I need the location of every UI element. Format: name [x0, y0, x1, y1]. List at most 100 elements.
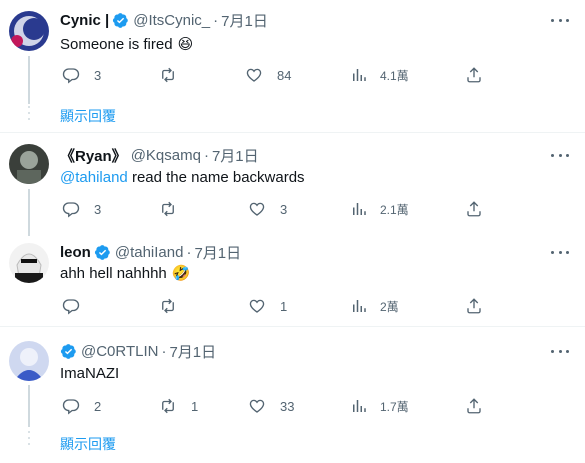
reply-count: 3: [94, 67, 102, 83]
more-options-button[interactable]: [549, 341, 571, 361]
share-button[interactable]: [465, 65, 483, 85]
more-options-button[interactable]: [549, 242, 571, 262]
like-button[interactable]: 3: [248, 199, 287, 219]
reply-icon: [62, 299, 80, 315]
views-button[interactable]: 4.1萬: [350, 65, 409, 85]
post-header: leon @tahiIand · 7月1日: [60, 242, 241, 262]
views-chart-icon: [353, 300, 366, 312]
post-leon[interactable]: leon @tahiIand · 7月1日 ahh hell nahhhh 🤣 …: [0, 232, 585, 326]
like-count: 3: [280, 201, 288, 217]
like-count: 33: [280, 398, 295, 414]
thread-dots: [27, 106, 31, 124]
mention-link[interactable]: @tahiland: [60, 169, 128, 186]
views-button[interactable]: 1.7萬: [350, 396, 409, 416]
post-ryan[interactable]: 《Ryan》 @Kqsamq · 7月1日 @tahiland read the…: [0, 133, 585, 236]
repost-icon: [162, 201, 174, 217]
handle[interactable]: @C0RTLIN: [81, 343, 158, 360]
views-count: 2萬: [380, 299, 399, 314]
avatar[interactable]: [9, 243, 49, 283]
heart-icon: [249, 202, 265, 216]
repost-count: 1: [191, 398, 199, 414]
share-button[interactable]: [465, 396, 483, 416]
more-options-button[interactable]: [549, 10, 571, 30]
verified-badge-icon: [94, 244, 110, 260]
handle[interactable]: @tahiIand: [115, 244, 184, 261]
like-button[interactable]: 1: [248, 296, 287, 316]
share-button[interactable]: [465, 199, 483, 219]
post-header: 《Ryan》 @Kqsamq · 7月1日: [60, 145, 259, 165]
action-bar: 3 3 2.1萬: [60, 199, 490, 219]
reply-icon: [62, 399, 80, 415]
show-replies-link[interactable]: 顯示回覆: [60, 434, 116, 454]
reply-button[interactable]: 3: [62, 199, 101, 219]
show-replies-link[interactable]: 顯示回覆: [60, 106, 116, 126]
avatar[interactable]: [9, 11, 49, 51]
views-button[interactable]: 2.1萬: [350, 199, 409, 219]
post-header: Cynic | @ItsCynic_ · 7月1日: [60, 10, 268, 30]
avatar[interactable]: [9, 341, 49, 381]
thread-dots: [27, 431, 31, 449]
post-text: @tahiland read the name backwards: [60, 167, 305, 187]
repost-button[interactable]: [159, 65, 191, 85]
views-chart-icon: [353, 69, 366, 81]
post-date[interactable]: 7月1日: [194, 242, 241, 263]
separator-dot: ·: [161, 342, 167, 360]
views-chart-icon: [353, 400, 366, 412]
post-date[interactable]: 7月1日: [212, 145, 259, 166]
verified-badge-icon: [113, 12, 128, 28]
display-name[interactable]: Cynic |: [60, 12, 109, 29]
post-text-content: ImaNAZI: [60, 364, 120, 382]
heart-icon: [249, 399, 265, 413]
post-date[interactable]: 7月1日: [221, 10, 268, 31]
avatar[interactable]: [9, 144, 49, 184]
heart-icon: [249, 299, 265, 313]
reply-count: 2: [94, 398, 102, 414]
handle[interactable]: @ItsCynic_: [133, 12, 210, 29]
repost-button[interactable]: [159, 199, 191, 219]
heart-icon: [246, 68, 262, 82]
reply-icon: [62, 68, 80, 84]
thread-line: [28, 385, 30, 427]
rolling-on-floor-laughing-emoji: 🤣: [171, 265, 191, 282]
post-cortlin[interactable]: @C0RTLIN · 7月1日 ImaNAZI 2 1 33 1.7萬 顯示回覆: [0, 327, 585, 463]
action-bar: 3 84 4.1萬: [60, 65, 490, 85]
post-text: ahh hell nahhhh 🤣: [60, 263, 190, 283]
more-options-button[interactable]: [549, 145, 571, 165]
views-chart-icon: [353, 203, 366, 215]
share-button[interactable]: [465, 296, 483, 316]
reply-icon: [62, 202, 80, 218]
handle[interactable]: @Kqsamq: [131, 147, 201, 164]
reply-button[interactable]: [62, 296, 94, 316]
like-count: 1: [280, 298, 288, 314]
reply-count: 3: [94, 201, 102, 217]
post-date[interactable]: 7月1日: [169, 341, 216, 362]
views-count: 2.1萬: [380, 202, 409, 217]
separator-dot: ·: [203, 146, 209, 164]
display-name[interactable]: leon: [60, 244, 91, 261]
post-header: @C0RTLIN · 7月1日: [60, 341, 216, 361]
display-name[interactable]: 《Ryan》: [60, 145, 127, 166]
views-count: 1.7萬: [380, 399, 409, 414]
repost-button[interactable]: [159, 296, 191, 316]
repost-icon: [162, 67, 174, 83]
like-button[interactable]: 84: [245, 65, 291, 85]
post-text-content: Someone is fired: [60, 35, 173, 53]
share-icon: [467, 201, 481, 217]
post-text: ImaNAZI: [60, 363, 119, 383]
share-icon: [467, 298, 481, 314]
action-bar: 2 1 33 1.7萬: [60, 396, 490, 416]
post-cynic[interactable]: Cynic | @ItsCynic_ · 7月1日 Someone is fir…: [0, 0, 585, 132]
reply-button[interactable]: 2: [62, 396, 101, 416]
thread-line: [28, 56, 30, 104]
share-icon: [467, 398, 481, 414]
separator-dot: ·: [213, 11, 219, 29]
repost-icon: [162, 298, 174, 314]
grinning-squinting-emoji: 😆: [177, 36, 194, 53]
like-count: 84: [277, 67, 292, 83]
post-text-content: read the name backwards: [127, 168, 305, 186]
views-button[interactable]: 2萬: [350, 296, 399, 316]
share-icon: [467, 67, 481, 83]
reply-button[interactable]: 3: [62, 65, 101, 85]
like-button[interactable]: 33: [248, 396, 294, 416]
repost-button[interactable]: 1: [159, 396, 198, 416]
